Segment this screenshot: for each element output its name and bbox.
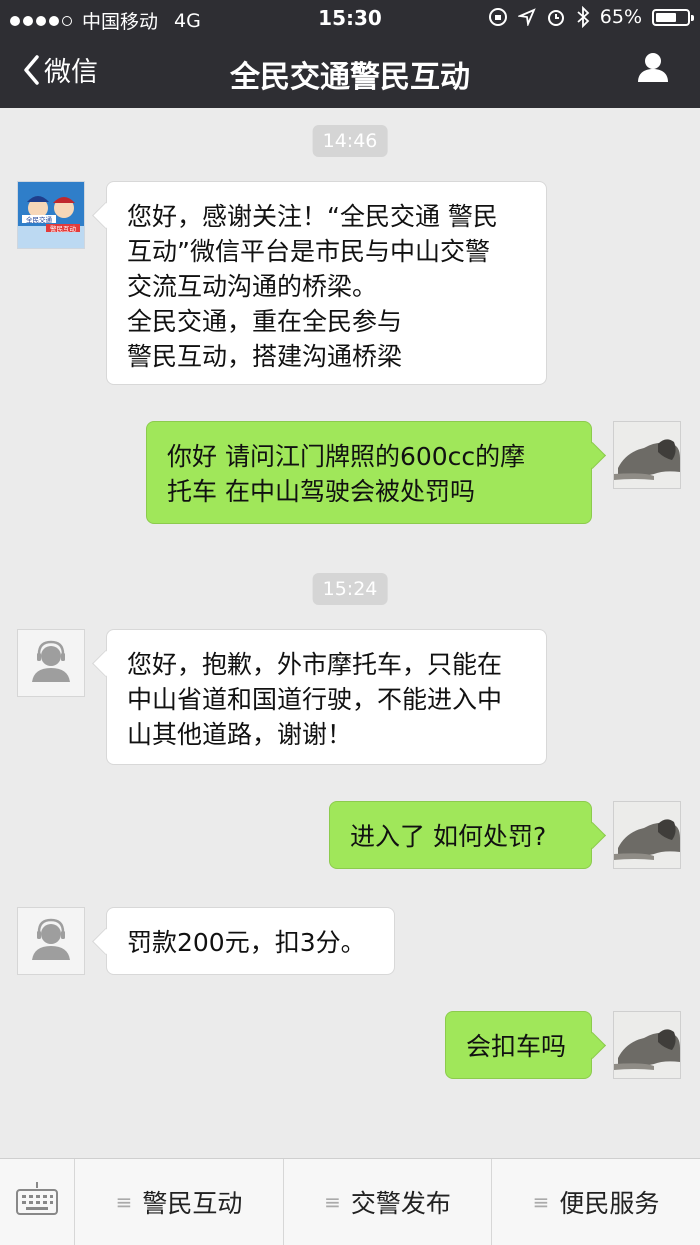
message-bubble-outgoing[interactable]: 进入了 如何处罚? [329,801,592,869]
menu-list-icon: ≡ [324,1190,341,1214]
message-line: 进入了 如何处罚? [350,822,547,851]
menu-item-label: 交警发布 [350,1189,451,1218]
message-line: 互动”微信平台是市民与中山交警 [127,237,490,266]
message-line: 您好，抱歉，外市摩托车，只能在 [127,650,503,679]
message-line: 全民交通，重在全民参与 [127,307,403,336]
message-line: 罚款200元，扣3分。 [127,928,366,957]
menu-item-bianmin-fuwu[interactable]: ≡ 便民服务 [492,1159,700,1245]
page-title: 全民交通警民互动 [230,60,470,95]
nav-bar: 微信 全民交通警民互动 [0,36,700,108]
service-avatar[interactable] [17,907,85,975]
message-bubble-incoming[interactable]: 罚款200元，扣3分。 [106,907,395,975]
message-bubble-incoming[interactable]: 您好，感谢关注！“全民交通 警民 互动”微信平台是市民与中山交警 交流互动沟通的… [106,181,547,385]
message-line: 交流互动沟通的桥梁。 [127,272,378,301]
menu-list-icon: ≡ [532,1190,550,1214]
bottom-menu-bar: ≡ 警民互动 ≡ 交警发布 ≡ 便民服务 [0,1158,700,1245]
timestamp: 15:24 [312,573,388,605]
status-bar: 中国移动 4G 15:30 65% [0,0,700,36]
rotation-lock-icon [488,8,507,26]
keyboard-toggle-button[interactable] [0,1159,75,1245]
message-line: 您好，感谢关注！“全民交通 警民 [127,202,498,231]
logo-text-line1: 全民交通 [26,215,53,224]
alarm-icon [547,10,564,26]
profile-button[interactable] [636,50,670,88]
location-icon [517,8,536,26]
message-line: 警民互动，搭建沟通桥梁 [127,342,403,371]
user-avatar[interactable] [613,801,681,869]
battery-icon [652,8,694,26]
menu-item-label: 便民服务 [559,1189,660,1218]
message-bubble-outgoing[interactable]: 会扣车吗 [445,1011,592,1079]
menu-item-label: 警民互动 [142,1189,243,1218]
menu-item-jingmin-hudong[interactable]: ≡ 警民互动 [75,1159,284,1245]
message-line: 山其他道路，谢谢！ [127,720,353,749]
message-line: 中山省道和国道行驶，不能进入中 [127,685,503,714]
customer-service-icon [32,640,70,682]
menu-item-jiaojing-fabu[interactable]: ≡ 交警发布 [284,1159,492,1245]
police-mascot-logo: 全民交通 警民互动 [18,182,84,248]
official-account-avatar[interactable]: 全民交通 警民互动 [17,181,85,249]
service-avatar[interactable] [17,629,85,697]
message-bubble-outgoing[interactable]: 你好 请问江门牌照的600cc的摩 托车 在中山驾驶会被处罚吗 [146,421,592,524]
keyboard-icon [16,1182,58,1215]
menu-list-icon: ≡ [115,1190,133,1214]
user-avatar[interactable] [613,1011,681,1079]
chat-area[interactable]: 14:46 全民交通 警民互动 您好，感谢关注！“全民交通 警民 互动”微信平台… [0,108,700,1158]
timestamp: 14:46 [312,125,388,157]
message-line: 会扣车吗 [466,1032,567,1061]
customer-service-icon [32,918,70,960]
bluetooth-icon [577,6,590,28]
message-line: 托车 在中山驾驶会被处罚吗 [167,477,475,506]
top-bar: 中国移动 4G 15:30 65% 微信 全民交通警民互动 [0,0,700,108]
dog-photo-avatar [614,1012,680,1078]
user-avatar[interactable] [613,421,681,489]
dog-photo-avatar [614,802,680,868]
message-bubble-incoming[interactable]: 您好，抱歉，外市摩托车，只能在 中山省道和国道行驶，不能进入中 山其他道路，谢谢… [106,629,547,765]
message-line: 你好 请问江门牌照的600cc的摩 [167,442,526,471]
battery-percent: 65% [599,6,642,28]
dog-photo-avatar [614,422,680,488]
logo-text-line2: 警民互动 [50,224,77,233]
person-icon [638,53,668,82]
